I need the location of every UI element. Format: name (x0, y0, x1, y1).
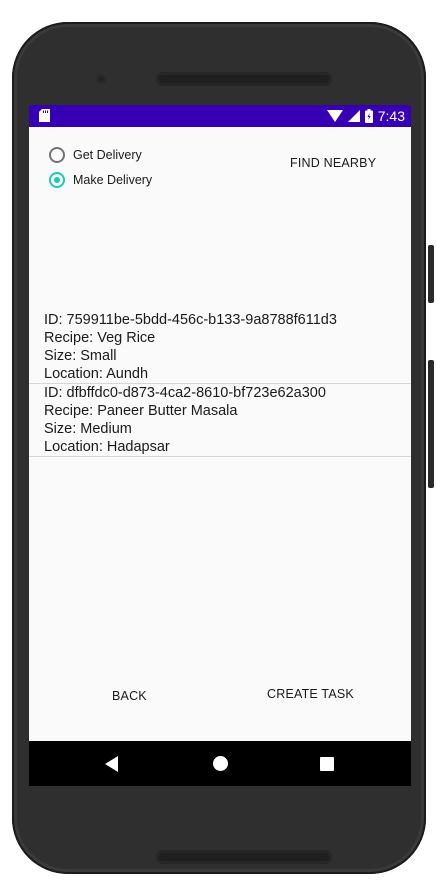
wifi-icon (326, 110, 343, 122)
get-delivery-label: Get Delivery (73, 148, 142, 162)
order-recipe: Recipe: Paneer Butter Masala (44, 403, 238, 419)
status-bar: 7:43 (29, 105, 411, 127)
make-delivery-radio-circle[interactable] (49, 172, 65, 188)
order-location: Location: Aundh (44, 366, 149, 382)
order-recipe: Recipe: Veg Rice (44, 330, 156, 346)
bottom-speaker (156, 850, 332, 864)
list-item[interactable]: ID: dfbffdc0-d873-4ca2-8610-bf723e62a300… (29, 384, 411, 456)
list-divider (29, 456, 411, 457)
home-icon[interactable] (213, 756, 228, 771)
order-location: Location: Hadapsar (44, 439, 170, 455)
battery-icon (364, 109, 373, 123)
status-indicators: 7:43 (326, 105, 405, 127)
list-item[interactable]: ID: 759911be-5bdd-456c-b133-9a8788f611d3… (29, 311, 411, 383)
back-button[interactable]: BACK (112, 689, 147, 703)
order-size: Size: Medium (44, 421, 132, 437)
order-id: ID: 759911be-5bdd-456c-b133-9a8788f611d3 (44, 312, 337, 328)
order-id: ID: dfbffdc0-d873-4ca2-8610-bf723e62a300 (44, 385, 326, 401)
device-screen: 7:43 Get Delivery Make Delivery FIND NEA… (29, 105, 411, 786)
order-size: Size: Small (44, 348, 117, 364)
power-button (428, 245, 434, 303)
volume-button (428, 360, 434, 488)
sd-card-icon (39, 109, 50, 122)
order-list: ID: 759911be-5bdd-456c-b133-9a8788f611d3… (29, 311, 411, 457)
navigation-bar (29, 741, 411, 786)
find-nearby-button[interactable]: FIND NEARBY (290, 156, 376, 170)
top-speaker (156, 72, 332, 86)
get-delivery-radio-circle[interactable] (49, 147, 65, 163)
make-delivery-label: Make Delivery (73, 173, 153, 187)
make-delivery-radio[interactable]: Make Delivery (49, 172, 152, 188)
cell-signal-icon (347, 110, 360, 122)
recents-icon[interactable] (320, 757, 334, 771)
app-content: Get Delivery Make Delivery FIND NEARBY I… (29, 127, 411, 741)
front-camera (96, 74, 106, 84)
create-task-button[interactable]: CREATE TASK (267, 687, 354, 701)
status-time: 7:43 (377, 108, 405, 124)
get-delivery-radio[interactable]: Get Delivery (49, 147, 142, 163)
back-icon[interactable] (105, 756, 118, 772)
